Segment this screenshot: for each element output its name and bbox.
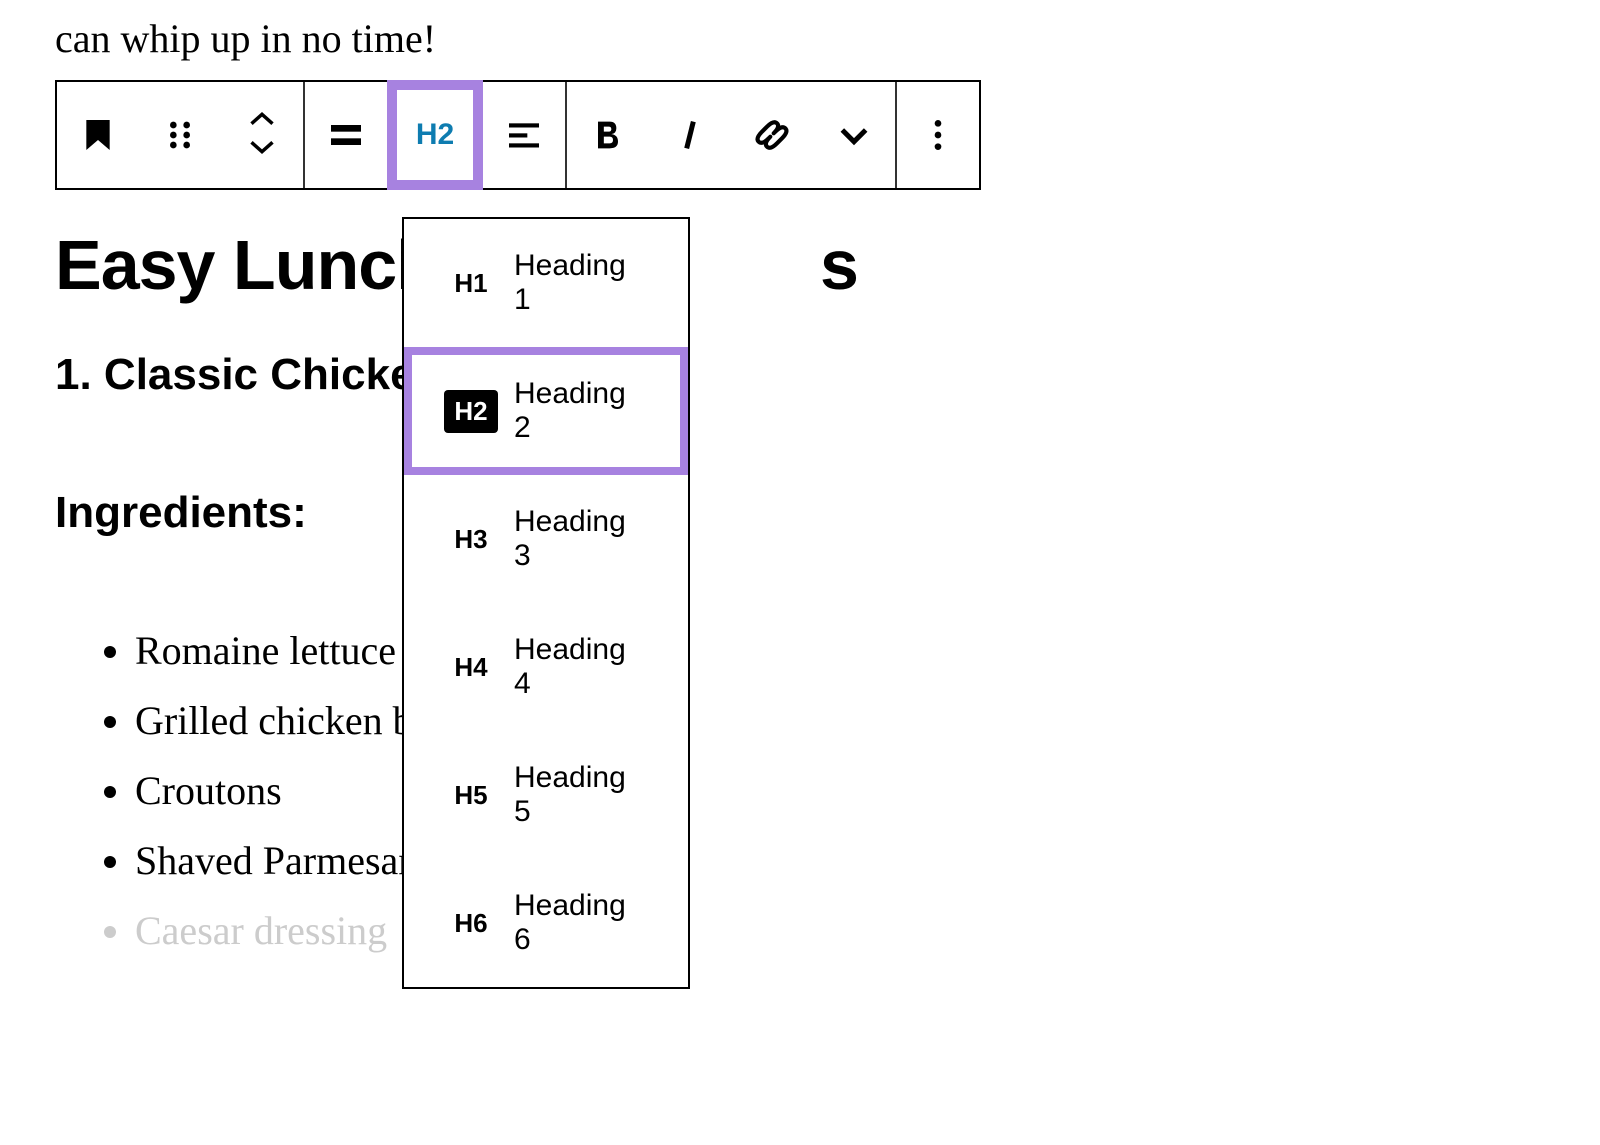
dropdown-item-h1[interactable]: H1 Heading 1 bbox=[404, 219, 688, 347]
chevron-up-icon bbox=[248, 110, 276, 128]
heading-label: Heading 1 bbox=[514, 249, 648, 317]
dropdown-item-h5[interactable]: H5 Heading 5 bbox=[404, 731, 688, 859]
text-align-icon bbox=[504, 115, 544, 155]
dropdown-item-h3[interactable]: H3 Heading 3 bbox=[404, 475, 688, 603]
heading-text-part2: s bbox=[820, 226, 858, 304]
heading-badge: H3 bbox=[444, 518, 498, 561]
bookmark-icon bbox=[78, 115, 118, 155]
block-toolbar: H2 bbox=[55, 80, 981, 190]
toolbar-group-format bbox=[567, 82, 897, 188]
block-type-button[interactable] bbox=[57, 82, 139, 188]
more-options-button[interactable] bbox=[897, 82, 979, 188]
ingredients-label[interactable]: Ingredients: bbox=[55, 488, 307, 538]
toolbar-group-block bbox=[57, 82, 305, 188]
heading-label: Heading 2 bbox=[514, 377, 648, 445]
bold-button[interactable] bbox=[567, 82, 649, 188]
bold-icon bbox=[588, 115, 628, 155]
heading-badge: H1 bbox=[444, 262, 498, 305]
link-icon bbox=[752, 115, 792, 155]
drag-handle-button[interactable] bbox=[139, 82, 221, 188]
heading-level-button[interactable]: H2 bbox=[387, 80, 483, 190]
italic-icon bbox=[670, 115, 710, 155]
toolbar-group-heading: H2 bbox=[305, 82, 567, 188]
move-up-button[interactable] bbox=[248, 110, 276, 132]
text-align-button[interactable] bbox=[483, 82, 565, 188]
dropdown-item-h6[interactable]: H6 Heading 6 bbox=[404, 859, 688, 987]
toolbar-group-more bbox=[897, 82, 979, 188]
dropdown-item-h4[interactable]: H4 Heading 4 bbox=[404, 603, 688, 731]
heading-label: Heading 3 bbox=[514, 505, 648, 573]
link-button[interactable] bbox=[731, 82, 813, 188]
heading-badge: H2 bbox=[444, 390, 498, 433]
chevron-down-icon bbox=[834, 115, 874, 155]
heading-label: Heading 4 bbox=[514, 633, 648, 701]
intro-text: can whip up in no time! bbox=[55, 15, 436, 62]
heading-label: Heading 5 bbox=[514, 761, 648, 829]
heading-label: Heading 6 bbox=[514, 889, 648, 957]
drag-icon bbox=[160, 115, 200, 155]
align-icon bbox=[326, 115, 366, 155]
move-down-button[interactable] bbox=[248, 138, 276, 160]
heading-badge: H5 bbox=[444, 774, 498, 817]
italic-button[interactable] bbox=[649, 82, 731, 188]
kebab-icon bbox=[918, 115, 958, 155]
move-buttons bbox=[221, 82, 303, 188]
heading-badge: H6 bbox=[444, 902, 498, 945]
heading-badge: H4 bbox=[444, 646, 498, 689]
heading-level-dropdown: H1 Heading 1 H2 Heading 2 H3 Heading 3 H… bbox=[402, 217, 690, 989]
chevron-down-icon bbox=[248, 138, 276, 156]
dropdown-item-h2[interactable]: H2 Heading 2 bbox=[404, 347, 688, 475]
more-format-button[interactable] bbox=[813, 82, 895, 188]
align-button[interactable] bbox=[305, 82, 387, 188]
